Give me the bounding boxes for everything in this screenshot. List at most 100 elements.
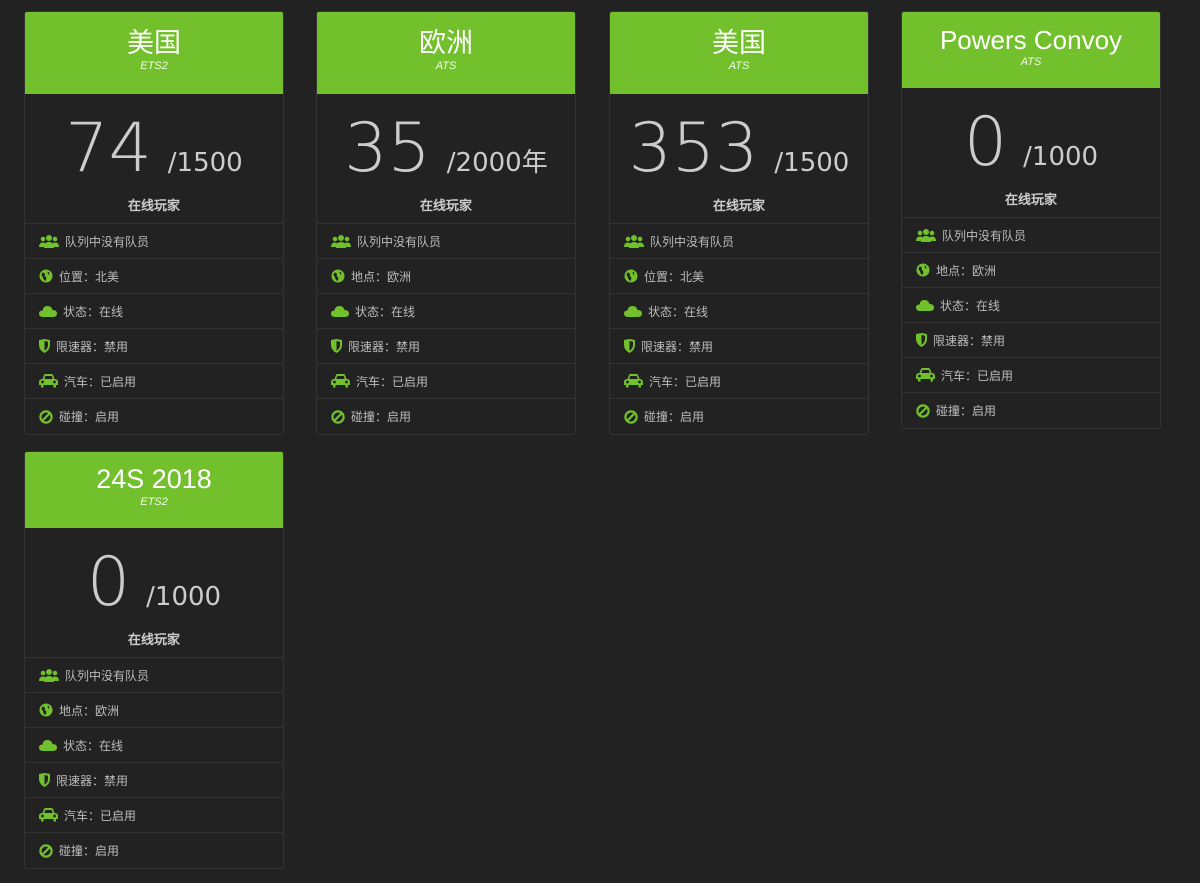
status-row: 状态：在线 — [25, 294, 283, 329]
queue-text: 队列中没有队员 — [650, 234, 735, 249]
player-max: /1500 — [774, 148, 850, 178]
server-game: ATS — [435, 60, 457, 72]
queue-text: 队列中没有队员 — [942, 228, 1027, 243]
users-icon — [624, 234, 644, 248]
player-count: 0 — [86, 543, 131, 622]
globe-icon — [916, 263, 930, 277]
location-text: 地点：欧洲 — [351, 269, 412, 284]
limiter-row: 限速器：禁用 — [25, 329, 283, 364]
shield-icon — [39, 773, 50, 787]
status-row: 状态：在线 — [25, 728, 283, 763]
collisions-row: 碰撞：启用 — [317, 399, 575, 434]
car-icon — [916, 368, 935, 382]
shield-icon — [39, 339, 50, 353]
player-stats: 353 /1500 在线玩家 — [610, 94, 868, 224]
status-text: 状态：在线 — [355, 304, 416, 319]
collisions-row: 碰撞：启用 — [610, 399, 868, 434]
limiter-text: 限速器：禁用 — [933, 333, 1006, 348]
player-count: 353 — [628, 109, 759, 188]
location-text: 位置：北美 — [644, 269, 705, 284]
cloud-icon — [624, 305, 642, 317]
player-stats: 0 /1000 在线玩家 — [902, 88, 1160, 218]
shield-icon — [916, 333, 927, 347]
limiter-row: 限速器：禁用 — [610, 329, 868, 364]
location-row: 地点：欧洲 — [317, 259, 575, 294]
cars-text: 汽车：已启用 — [649, 374, 722, 389]
cars-row: 汽车：已启用 — [317, 364, 575, 399]
player-max: /1000 — [1023, 142, 1099, 172]
collisions-text: 碰撞：启用 — [936, 404, 997, 418]
cloud-icon — [331, 305, 349, 317]
server-card: 美国 ETS2 74 /1500 在线玩家 队列中没有队员 位置：北美 状态：在… — [24, 11, 284, 435]
queue-row: 队列中没有队员 — [25, 658, 283, 693]
collisions-row: 碰撞：启用 — [902, 393, 1160, 428]
collisions-text: 碰撞：启用 — [59, 844, 120, 858]
status-row: 状态：在线 — [610, 294, 868, 329]
shield-icon — [624, 339, 635, 353]
users-icon — [331, 234, 351, 248]
player-stats: 0 /1000 在线玩家 — [25, 528, 283, 658]
cars-row: 汽车：已启用 — [902, 358, 1160, 393]
server-name: Powers Convoy — [939, 25, 1123, 55]
globe-icon — [39, 703, 53, 717]
players-online-label: 在线玩家 — [127, 199, 180, 214]
server-game: ETS2 — [140, 496, 168, 508]
cloud-icon — [39, 739, 57, 751]
collisions-text: 碰撞：启用 — [351, 410, 412, 424]
player-max: /1000 — [146, 582, 222, 612]
location-text: 地点：欧洲 — [936, 263, 997, 278]
ban-icon — [39, 843, 53, 858]
player-count: 35 — [344, 109, 431, 188]
cloud-icon — [916, 299, 934, 311]
player-count: 0 — [963, 103, 1008, 182]
ban-icon — [39, 409, 53, 424]
status-text: 状态：在线 — [940, 298, 1001, 313]
server-card-header: 美国 ETS2 — [25, 12, 283, 94]
status-text: 状态：在线 — [63, 304, 124, 319]
player-stats: 35 /2000年 在线玩家 — [317, 94, 575, 224]
ban-icon — [331, 409, 345, 424]
globe-icon — [39, 269, 53, 283]
globe-icon — [331, 269, 345, 283]
cars-row: 汽车：已启用 — [25, 364, 283, 399]
status-row: 状态：在线 — [317, 294, 575, 329]
users-icon — [916, 228, 936, 242]
server-name: 欧洲 — [419, 28, 473, 59]
player-max: /2000年 — [446, 148, 548, 178]
cars-row: 汽车：已启用 — [25, 798, 283, 833]
location-row: 位置：北美 — [610, 259, 868, 294]
location-text: 位置：北美 — [59, 269, 120, 284]
server-card-header: 美国 ATS — [610, 12, 868, 94]
cloud-icon — [39, 305, 57, 317]
car-icon — [331, 374, 350, 388]
ban-icon — [916, 403, 930, 418]
limiter-row: 限速器：禁用 — [902, 323, 1160, 358]
users-icon — [39, 234, 59, 248]
players-online-label: 在线玩家 — [419, 199, 472, 214]
car-icon — [39, 374, 58, 388]
server-game: ATS — [1020, 56, 1042, 68]
cars-text: 汽车：已启用 — [356, 374, 429, 389]
server-card-header: Powers Convoy ATS — [902, 12, 1160, 88]
queue-row: 队列中没有队员 — [25, 224, 283, 259]
limiter-text: 限速器：禁用 — [348, 339, 421, 354]
queue-text: 队列中没有队员 — [65, 668, 150, 683]
limiter-row: 限速器：禁用 — [317, 329, 575, 364]
players-online-label: 在线玩家 — [712, 199, 765, 214]
status-text: 状态：在线 — [63, 738, 124, 753]
cars-text: 汽车：已启用 — [941, 368, 1014, 383]
globe-icon — [624, 269, 638, 283]
ban-icon — [624, 409, 638, 424]
server-card-header: 欧洲 ATS — [317, 12, 575, 94]
queue-row: 队列中没有队员 — [317, 224, 575, 259]
car-icon — [624, 374, 643, 388]
cars-text: 汽车：已启用 — [64, 374, 137, 389]
player-max: /1500 — [167, 148, 243, 178]
server-name: 美国 — [127, 28, 181, 59]
server-game: ETS2 — [140, 60, 168, 72]
collisions-row: 碰撞：启用 — [25, 833, 283, 868]
server-card: 24S 2018 ETS2 0 /1000 在线玩家 队列中没有队员 地点：欧洲… — [24, 451, 284, 869]
players-online-label: 在线玩家 — [1004, 193, 1057, 208]
car-icon — [39, 808, 58, 822]
location-text: 地点：欧洲 — [59, 703, 120, 718]
